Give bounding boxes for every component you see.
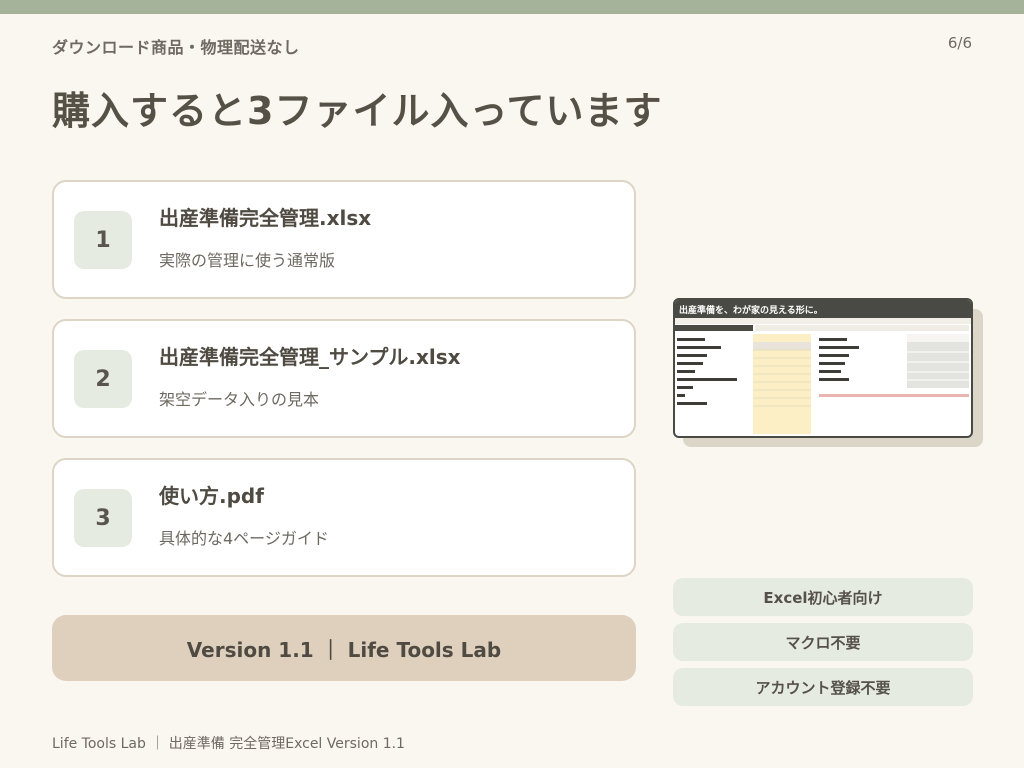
file-description: 実際の管理に使う通常版	[159, 251, 336, 270]
version-bar: Version 1.1 ｜ Life Tools Lab	[52, 615, 636, 681]
top-accent-bar	[0, 0, 1024, 14]
feature-tag: マクロ不要	[673, 623, 973, 661]
page-title: 購入すると3ファイル入っています	[52, 89, 663, 133]
file-card-3: 3 使い方.pdf 具体的な4ページガイド	[52, 458, 636, 577]
file-number-badge: 3	[74, 489, 132, 547]
page-number: 6/6	[947, 34, 972, 52]
file-card-1: 1 出産準備完全管理.xlsx 実際の管理に使う通常版	[52, 180, 636, 299]
file-description: 架空データ入りの見本	[159, 390, 320, 409]
file-number-badge: 1	[74, 211, 132, 269]
preview-sheet-image	[675, 318, 971, 436]
feature-tag: アカウント登録不要	[673, 668, 973, 706]
file-name: 出産準備完全管理.xlsx	[159, 206, 372, 230]
file-card-2: 2 出産準備完全管理_サンプル.xlsx 架空データ入りの見本	[52, 319, 636, 438]
file-number-badge: 2	[74, 350, 132, 408]
file-description: 具体的な4ページガイド	[159, 529, 329, 548]
preview-title: 出産準備を、わが家の見える形に。	[675, 300, 971, 318]
file-name: 使い方.pdf	[159, 484, 264, 508]
spreadsheet-preview: 出産準備を、わが家の見える形に。	[673, 298, 973, 438]
file-name: 出産準備完全管理_サンプル.xlsx	[159, 345, 461, 369]
footer-text: Life Tools Lab ｜ 出産準備 完全管理Excel Version …	[52, 736, 405, 752]
eyebrow-label: ダウンロード商品・物理配送なし	[52, 38, 300, 57]
feature-tag: Excel初心者向け	[673, 578, 973, 616]
